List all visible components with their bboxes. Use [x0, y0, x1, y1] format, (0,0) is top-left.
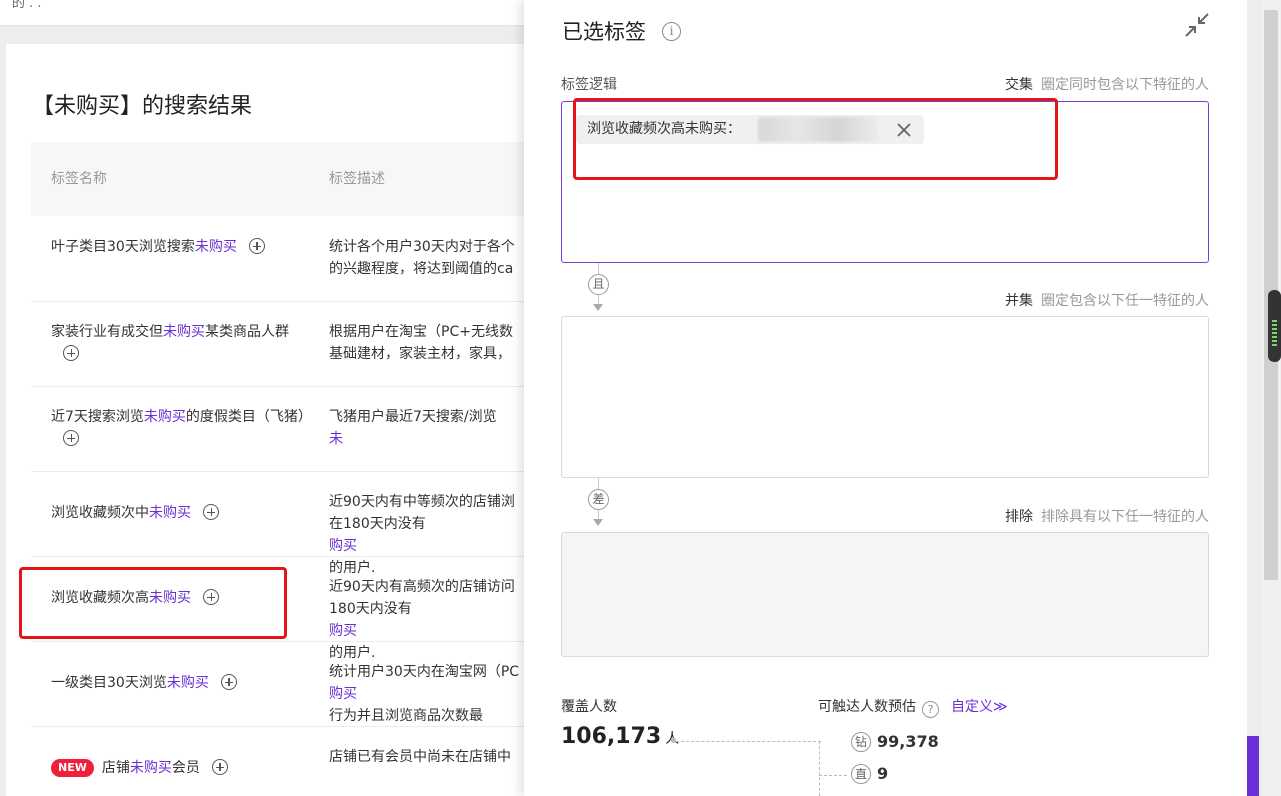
tag-name[interactable]: 叶子类目30天浏览搜索未购买 [51, 236, 313, 258]
help-icon[interactable]: ? [922, 701, 939, 718]
plus-circle-icon[interactable] [211, 759, 228, 775]
exclude-label: 排除 排除具有以下任一特征的人 [1005, 509, 1209, 525]
intersection-box[interactable]: 浏览收藏频次高未购买： [561, 101, 1209, 263]
custom-link[interactable]: 自定义≫ [951, 699, 1008, 715]
connector-line-vertical [819, 741, 820, 796]
tag-description: 根据用户在淘宝（PC+无线数 基础建材，家装主材，家具， [329, 324, 513, 362]
and-connector-label: 且 [588, 274, 609, 295]
table-row: 浏览收藏频次高未购买 近90天内有高频次的店铺访问 180天内没有 购买 的用户. [31, 557, 551, 661]
table-row: 叶子类目30天浏览搜索未购买 统计各个用户30天内对于各个 的兴趣程度，将达到阈值的… [31, 217, 551, 302]
plus-circle-icon[interactable] [220, 674, 237, 690]
column-header-desc: 标签描述 [329, 171, 385, 187]
tag-name[interactable]: 近7天搜索浏览未购买的度假类目（飞猪） [51, 406, 313, 450]
union-label: 并集 圈定包含以下任一特征的人 [1005, 293, 1209, 309]
coverage-label: 覆盖人数 [561, 699, 617, 715]
tag-name[interactable]: 家装行业有成交但未购买某类商品人群 [51, 321, 313, 365]
table-row: 浏览收藏频次中未购买 近90天内有中等频次的店铺浏 在180天内没有 购买 的用户. [31, 472, 551, 576]
table-row: 近7天搜索浏览未购买的度假类目（飞猪） 飞猪用户最近7天搜索/浏览未 [31, 387, 551, 472]
accent-strip [1247, 736, 1259, 796]
coverage-value: 106,173人 [561, 724, 679, 749]
tag-name[interactable]: 浏览收藏频次高未购买 [51, 587, 313, 609]
drawer-title: 已选标签 [562, 20, 646, 44]
blurred-value [758, 117, 878, 142]
intersection-label: 交集 圈定同时包含以下特征的人 [1005, 77, 1209, 93]
diff-connector-label: 差 [588, 489, 609, 510]
reach-estimate-label: 可触达人数预估? 自定义≫ [818, 699, 1008, 718]
selected-tag-chip: 浏览收藏频次高未购买： [576, 115, 924, 144]
close-icon[interactable] [896, 122, 912, 138]
selected-tag-label: 浏览收藏频次高未购买： [587, 121, 741, 137]
table-row: 家装行业有成交但未购买某类商品人群 根据用户在淘宝（PC+无线数 基础建材，家装主材… [31, 302, 551, 387]
breadcrumb: 的 . . [12, 0, 42, 11]
diff-connector: 差 [588, 478, 610, 528]
tag-name[interactable]: NEW 店铺未购买会员 [51, 757, 313, 779]
info-icon[interactable]: i [662, 22, 681, 41]
table-row: NEW 店铺未购买会员 店铺已有会员中尚未在店铺中 [31, 727, 551, 796]
label-logic-heading: 标签逻辑 [561, 77, 617, 93]
side-widget[interactable] [1268, 290, 1281, 362]
tag-description: 店铺已有会员中尚未在店铺中 [329, 749, 511, 765]
and-connector: 且 [588, 263, 610, 313]
column-header-name: 标签名称 [51, 171, 107, 187]
plus-circle-icon[interactable] [63, 430, 79, 446]
plus-circle-icon[interactable] [203, 589, 219, 605]
exclude-box[interactable] [561, 532, 1209, 657]
plus-circle-icon[interactable] [203, 504, 219, 520]
connector-branch [819, 775, 847, 776]
tag-name[interactable]: 浏览收藏频次中未购买 [51, 502, 313, 524]
plus-circle-icon[interactable] [63, 345, 79, 361]
table-header: 标签名称 标签描述 [31, 142, 551, 216]
tag-description: 飞猪用户最近7天搜索/浏览未 [329, 409, 497, 447]
table-row: 一级类目30天浏览未购买 统计用户30天内在淘宝网（PC 购买 行为并且浏览商品次数最 [31, 642, 551, 727]
new-badge: NEW [51, 759, 94, 777]
plus-circle-icon[interactable] [248, 238, 265, 254]
union-box[interactable] [561, 316, 1209, 478]
search-results-card: 【未购买】的搜索结果 标签名称 标签描述 叶子类目30天浏览搜索未购买 统计各个用… [6, 44, 551, 796]
page-title: 【未购买】的搜索结果 [32, 94, 253, 119]
tag-description: 统计各个用户30天内对于各个 的兴趣程度，将达到阈值的ca [329, 239, 515, 277]
selected-tags-drawer: 已选标签 i 标签逻辑 交集 圈定同时包含以下特征的人 浏览收藏频次高未购买： 且… [524, 0, 1247, 796]
tag-name[interactable]: 一级类目30天浏览未购买 [51, 672, 313, 694]
tag-description: 统计用户30天内在淘宝网（PC 购买 行为并且浏览商品次数最 [329, 664, 520, 724]
collapse-icon[interactable] [1184, 12, 1210, 38]
connector-line [676, 741, 821, 742]
reach-item-direct: 直9 [851, 764, 888, 784]
reach-item-diamond: 钻 99,378 [851, 732, 939, 752]
